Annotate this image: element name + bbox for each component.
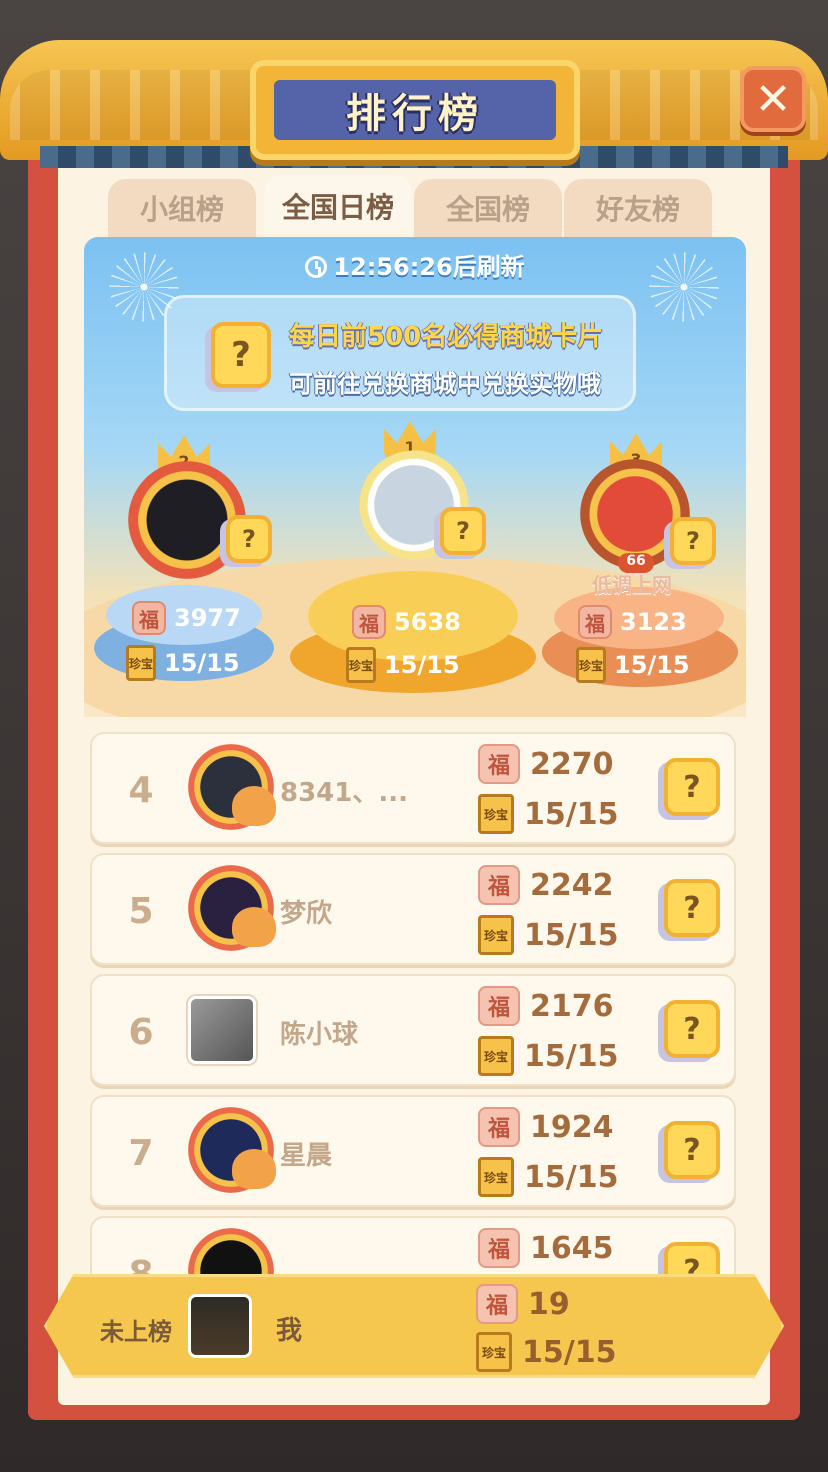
player-name: 8341、... [280,778,408,808]
player-score: 福 2242 [478,865,614,905]
fu-icon: 福 [578,605,612,639]
player-progress: 珍宝 15/15 [478,1157,618,1197]
my-score: 福 19 [476,1284,570,1324]
podium-panel: 12:56:26后刷新 ? 每日前500名必得商城卡片 可前往兑换商城中兑换实物… [84,237,746,717]
reward-notice: ? 每日前500名必得商城卡片 可前往兑换商城中兑换实物哦 [164,295,636,411]
treasure-book-icon: 珍宝 [478,1036,514,1076]
podium-caption-3: 低调上网 [592,573,672,597]
player-score: 福 1645 [478,1228,614,1268]
player-progress: 珍宝 15/15 [478,915,618,955]
treasure-book-icon: 珍宝 [478,915,514,955]
rank-row[interactable]: 6 陈小球 福 2176 珍宝 15/15 ? [90,974,736,1086]
bear-decoration [232,786,276,826]
rank-number: 5 [128,891,154,932]
card-icon[interactable]: ? [664,1000,720,1058]
rank-number: 4 [128,770,154,811]
tab-bar: 小组榜 全国日榜 全国榜 好友榜 [108,175,714,237]
player-score: 福 2270 [478,744,614,784]
fu-icon: 福 [478,865,520,905]
fu-icon: 福 [476,1284,518,1324]
podium-progress-1: 珍宝 15/15 [346,647,460,683]
notice-line-2: 可前往兑换商城中兑换实物哦 [289,370,601,398]
tab-group-rank[interactable]: 小组榜 [108,179,256,237]
player-progress: 珍宝 15/15 [478,794,618,834]
treasure-book-icon: 珍宝 [126,645,156,681]
rank-number: 6 [128,1012,154,1053]
card-icon[interactable]: ? [664,758,720,816]
treasure-book-icon: 珍宝 [346,647,376,683]
treasure-book-icon: 珍宝 [478,1157,514,1197]
treasure-book-icon: 珍宝 [576,647,606,683]
podium-progress-3: 珍宝 15/15 [576,647,690,683]
card-icon[interactable]: ? [664,1121,720,1179]
page-title: 排行榜 [346,91,484,137]
fu-icon: 福 [478,1107,520,1147]
tab-national[interactable]: 全国榜 [414,179,562,237]
rank-row[interactable]: 7 星晨 福 1924 珍宝 15/15 ? [90,1095,736,1207]
fu-icon: 福 [478,744,520,784]
tab-friends[interactable]: 好友榜 [564,179,712,237]
refresh-timer: 12:56:26后刷新 [84,247,746,282]
treasure-book-icon: 珍宝 [476,1332,512,1372]
card-icon[interactable]: ? [226,515,272,563]
treasure-book-icon: 珍宝 [478,794,514,834]
card-icon: ? [211,322,271,388]
player-name: 梦欣 [280,899,333,929]
player-name: 陈小球 [280,1020,359,1050]
card-icon[interactable]: ? [670,517,716,565]
my-rank-status: 未上榜 [100,1318,172,1346]
title-plate: 排行榜 [250,60,580,160]
podium-score-2: 福 3977 [132,601,241,635]
podium-score-1: 福 5638 [352,605,461,639]
fu-icon: 福 [478,986,520,1026]
fu-icon: 福 [352,605,386,639]
player-progress: 珍宝 15/15 [478,1036,618,1076]
player-name: 星晨 [280,1141,333,1171]
notice-line-1: 每日前500名必得商城卡片 [289,322,604,352]
bear-decoration [232,907,276,947]
tab-national-daily[interactable]: 全国日榜 [264,175,412,237]
rank-row[interactable]: 4 8341、... 福 2270 珍宝 15/15 ? [90,732,736,844]
player-score: 福 2176 [478,986,614,1026]
clock-icon [305,256,328,278]
card-icon[interactable]: ? [664,879,720,937]
bear-decoration [232,1149,276,1189]
close-button[interactable]: ✕ [740,66,806,132]
my-avatar[interactable] [188,1294,252,1358]
my-name: 我 [276,1316,303,1346]
avatar[interactable] [188,996,256,1064]
card-icon[interactable]: ? [440,507,486,555]
podium-progress-2: 珍宝 15/15 [126,645,240,681]
rank-number: 7 [128,1133,154,1174]
my-progress: 珍宝 15/15 [476,1332,616,1372]
player-score: 福 1924 [478,1107,614,1147]
rank-row[interactable]: 5 梦欣 福 2242 珍宝 15/15 ? [90,853,736,965]
fu-icon: 福 [478,1228,520,1268]
podium-score-3: 福 3123 [578,605,687,639]
fu-icon: 福 [132,601,166,635]
close-icon: ✕ [754,73,792,125]
